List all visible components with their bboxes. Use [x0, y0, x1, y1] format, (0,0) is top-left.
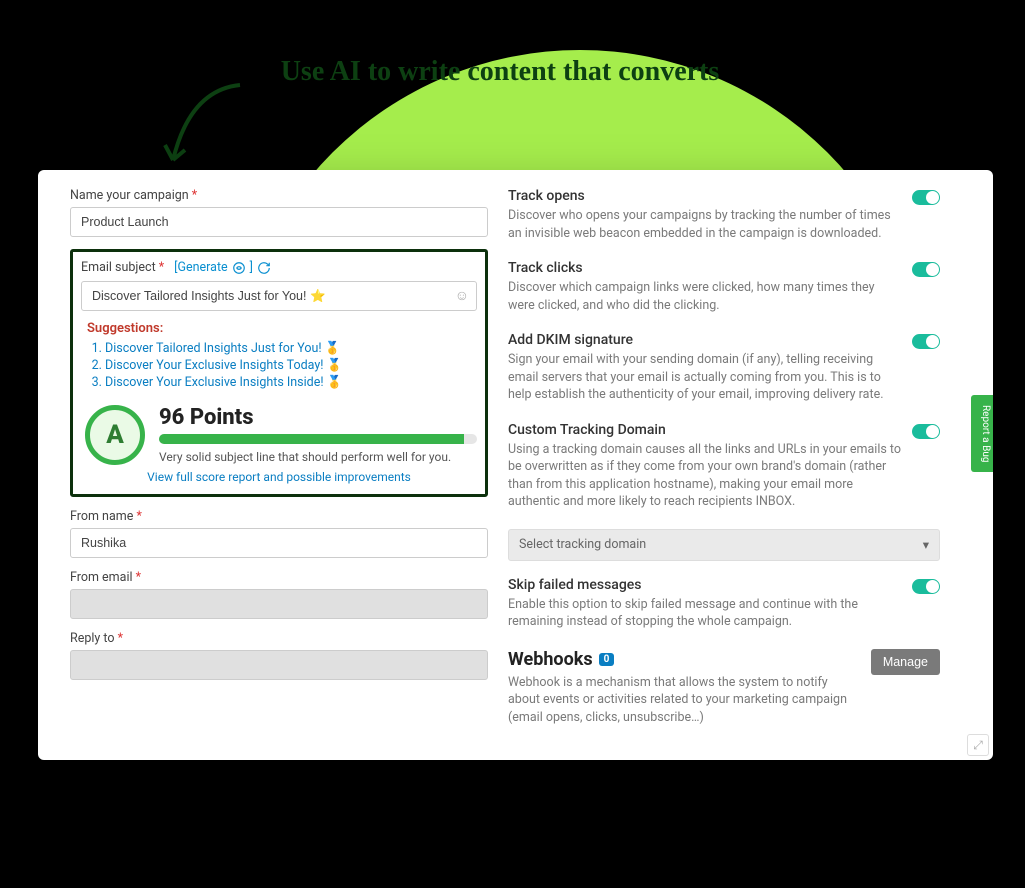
suggestions-heading: Suggestions:	[87, 321, 477, 336]
score-bar	[159, 434, 477, 444]
setting-description: Sign your email with your sending domain…	[508, 351, 902, 404]
setting-title: Skip failed messages	[508, 577, 902, 593]
from-email-field: From email *	[70, 570, 488, 619]
setting-title: Track opens	[508, 188, 902, 204]
from-email-input[interactable]	[70, 589, 488, 619]
list-item: Discover Your Exclusive Insights Inside!…	[105, 374, 477, 391]
toggle-track-opens[interactable]	[912, 190, 940, 205]
setting-description: Using a tracking domain causes all the l…	[508, 441, 902, 511]
setting-description: Discover who opens your campaigns by tra…	[508, 207, 902, 242]
suggestion-link[interactable]: Discover Your Exclusive Insights Inside!…	[105, 375, 342, 390]
report-bug-tab[interactable]: Report a Bug	[971, 395, 993, 472]
setting-tracking-domain: Custom Tracking Domain Using a tracking …	[508, 422, 940, 511]
campaign-name-field: Name your campaign *	[70, 188, 488, 237]
from-name-label: From name *	[70, 509, 488, 524]
reply-to-field: Reply to *	[70, 631, 488, 680]
from-name-input[interactable]	[70, 528, 488, 558]
setting-description: Enable this option to skip failed messag…	[508, 596, 902, 631]
score-description: Very solid subject line that should perf…	[159, 450, 477, 464]
list-item: Discover Tailored Insights Just for You!…	[105, 340, 477, 357]
annotation-arrow	[155, 75, 255, 175]
ai-icon	[232, 261, 246, 275]
annotation-text: Use AI to write content that converts	[260, 55, 740, 89]
chevron-down-icon: ▾	[923, 537, 929, 553]
webhooks-section: Webhooks 0 Webhook is a mechanism that a…	[508, 649, 940, 727]
reply-to-label: Reply to *	[70, 631, 488, 646]
score-report-link[interactable]: View full score report and possible impr…	[81, 470, 477, 484]
setting-track-clicks: Track clicks Discover which campaign lin…	[508, 260, 940, 314]
webhooks-count-badge: 0	[599, 653, 615, 666]
toggle-track-clicks[interactable]	[912, 262, 940, 277]
manage-button[interactable]: Manage	[871, 649, 940, 675]
score-points: 96 Points	[159, 405, 477, 430]
email-subject-label: Email subject *	[81, 260, 164, 275]
left-column: Name your campaign * Email subject * [Ge…	[38, 170, 498, 760]
setting-description: Discover which campaign links were click…	[508, 279, 902, 314]
toggle-tracking-domain[interactable]	[912, 424, 940, 439]
right-column: Track opens Discover who opens your camp…	[498, 170, 958, 760]
toggle-skip-failed[interactable]	[912, 579, 940, 594]
setting-title: Track clicks	[508, 260, 902, 276]
reply-to-input[interactable]	[70, 650, 488, 680]
from-email-label: From email *	[70, 570, 488, 585]
campaign-name-input[interactable]	[70, 207, 488, 237]
from-name-field: From name *	[70, 509, 488, 558]
webhooks-title: Webhooks 0	[508, 649, 859, 670]
webhooks-description: Webhook is a mechanism that allows the s…	[508, 674, 859, 727]
email-subject-input[interactable]	[81, 281, 477, 311]
campaign-name-label: Name your campaign *	[70, 188, 488, 203]
email-subject-panel: Email subject * [Generate ] ☺ Suggestion…	[70, 249, 488, 497]
generate-link[interactable]: [Generate ]	[174, 260, 271, 275]
suggestions-list: Discover Tailored Insights Just for You!…	[81, 340, 477, 391]
toggle-dkim[interactable]	[912, 334, 940, 349]
chat-icon[interactable]: ⤢	[967, 734, 989, 756]
score-panel: A 96 Points Very solid subject line that…	[81, 401, 477, 470]
setting-title: Add DKIM signature	[508, 332, 902, 348]
setting-dkim: Add DKIM signature Sign your email with …	[508, 332, 940, 404]
emoji-icon[interactable]: ☺	[455, 287, 469, 304]
refresh-icon[interactable]	[257, 261, 271, 275]
setting-title: Custom Tracking Domain	[508, 422, 902, 438]
app-card: Name your campaign * Email subject * [Ge…	[38, 170, 993, 760]
list-item: Discover Your Exclusive Insights Today! …	[105, 357, 477, 374]
tracking-domain-select[interactable]: Select tracking domain ▾	[508, 529, 940, 561]
suggestion-link[interactable]: Discover Your Exclusive Insights Today! …	[105, 358, 342, 373]
select-placeholder: Select tracking domain	[519, 537, 646, 552]
setting-track-opens: Track opens Discover who opens your camp…	[508, 188, 940, 242]
setting-skip-failed: Skip failed messages Enable this option …	[508, 577, 940, 631]
grade-badge: A	[85, 405, 145, 465]
score-bar-fill	[159, 434, 464, 444]
suggestion-link[interactable]: Discover Tailored Insights Just for You!…	[105, 341, 340, 356]
